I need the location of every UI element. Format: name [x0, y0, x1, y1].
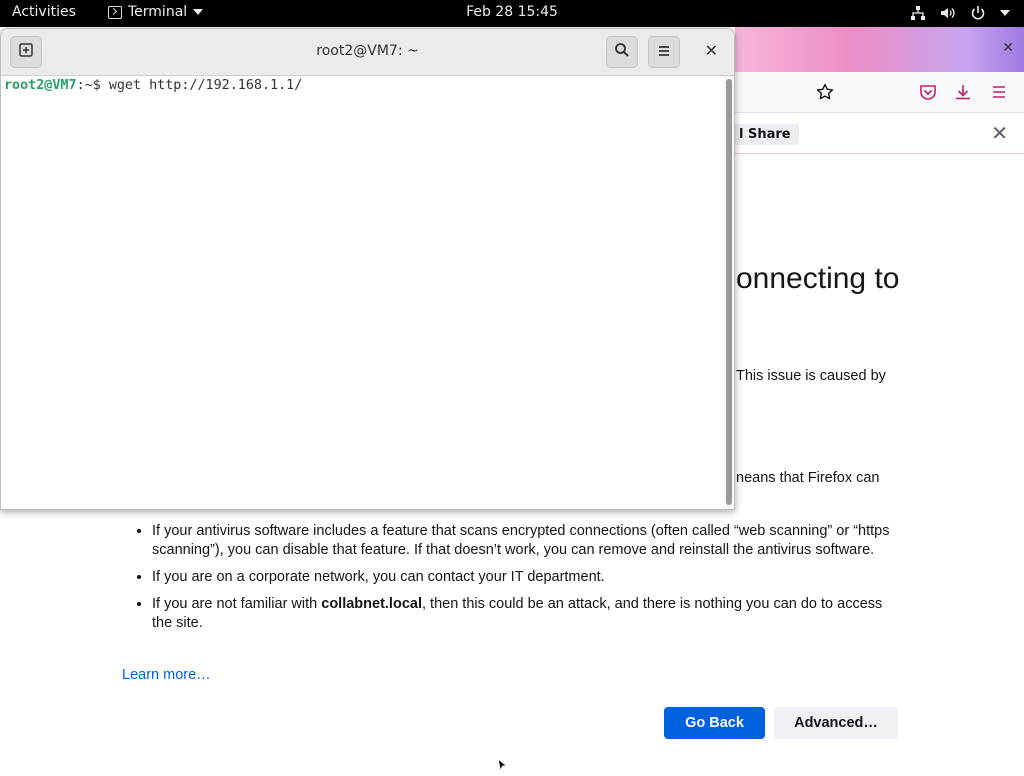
- prompt-symbol: $: [92, 78, 109, 93]
- search-icon: [614, 42, 630, 62]
- search-button[interactable]: [606, 36, 638, 68]
- clock[interactable]: Feb 28 15:45: [0, 4, 1024, 20]
- close-icon[interactable]: ✕: [1002, 40, 1014, 56]
- command-text: wget http://192.168.1.1/: [108, 78, 303, 93]
- hamburger-menu-icon[interactable]: [989, 82, 1009, 102]
- go-back-button[interactable]: Go Back: [664, 707, 765, 739]
- prompt-user: root2@VM7: [4, 78, 77, 93]
- share-button[interactable]: l Share: [735, 124, 799, 145]
- bookmark-star-icon[interactable]: [815, 82, 835, 102]
- learn-more-link[interactable]: Learn more…: [122, 667, 211, 683]
- close-icon[interactable]: ✕: [991, 121, 1008, 145]
- prompt-path: :~: [76, 78, 93, 93]
- volume-icon: [940, 5, 956, 21]
- list-item-text: If you are not familiar with: [152, 596, 322, 612]
- menu-button[interactable]: [648, 36, 680, 68]
- mouse-pointer-icon: [497, 757, 509, 776]
- firefox-tab-strip: ✕: [735, 27, 1024, 72]
- power-icon: [970, 5, 986, 21]
- list-item: If you are not familiar with collabnet.l…: [152, 595, 902, 633]
- network-icon: [910, 5, 926, 21]
- download-icon[interactable]: [953, 82, 973, 102]
- terminal-headerbar[interactable]: root2@VM7: ~ ✕: [1, 29, 734, 76]
- terminal-output[interactable]: root2@VM7:~$ wget http://192.168.1.1/: [1, 76, 722, 509]
- list-item: If your antivirus software includes a fe…: [152, 522, 902, 560]
- chevron-down-icon: [1000, 10, 1010, 16]
- close-icon[interactable]: ✕: [705, 41, 718, 60]
- pocket-icon[interactable]: [918, 82, 938, 102]
- terminal-window[interactable]: root2@VM7: ~ ✕ root2@VM7:~$ wget http://…: [0, 28, 735, 510]
- list-item: If you are on a corporate network, you c…: [152, 568, 902, 587]
- advanced-button[interactable]: Advanced…: [774, 707, 898, 739]
- error-text-fragment: neans that Firefox can: [736, 470, 880, 486]
- suggestion-list: If your antivirus software includes a fe…: [122, 522, 902, 641]
- menu-icon: [657, 43, 671, 62]
- firefox-toolbar: [735, 72, 1024, 113]
- system-status-area[interactable]: [910, 5, 1010, 21]
- hostname: collabnet.local: [321, 596, 422, 612]
- error-title: onnecting to: [736, 262, 900, 295]
- gnome-top-bar: Activities Terminal Feb 28 15:45: [0, 0, 1024, 27]
- scrollbar-thumb[interactable]: [726, 79, 732, 505]
- error-text-fragment: This issue is caused by: [736, 368, 886, 384]
